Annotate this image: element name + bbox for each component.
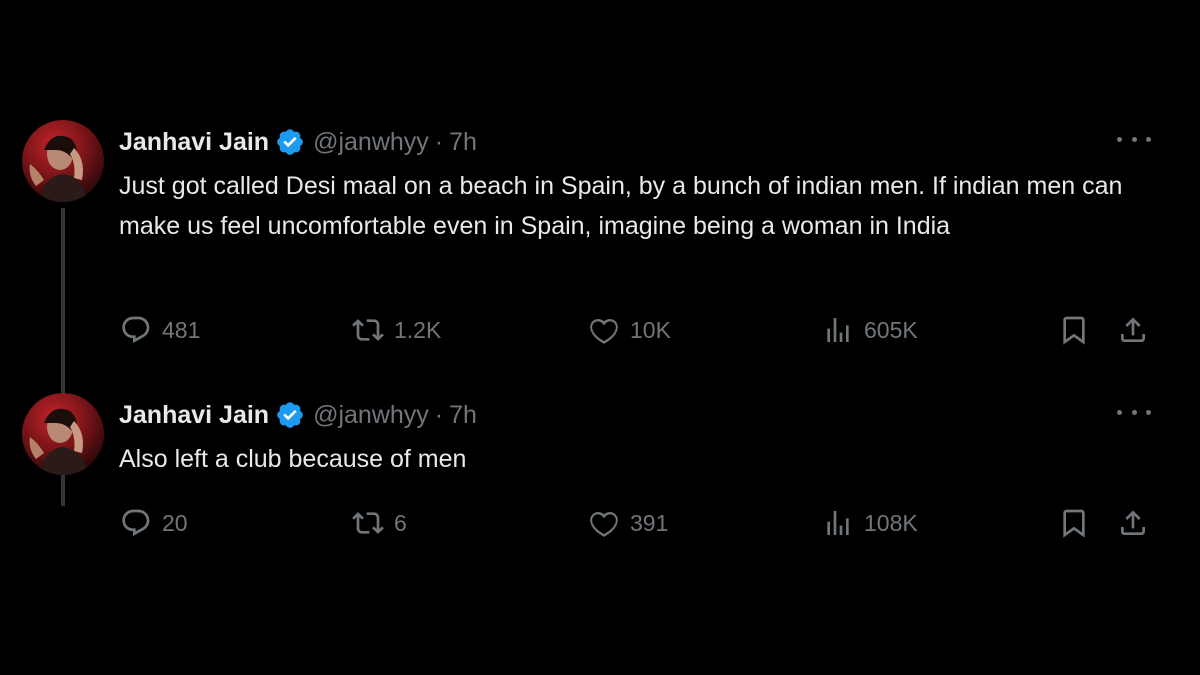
bookmark-button[interactable]	[1058, 310, 1090, 350]
like-icon	[590, 511, 618, 537]
timestamp[interactable]: 7h	[449, 401, 477, 430]
verified-badge-icon	[277, 129, 303, 155]
share-button[interactable]	[1117, 503, 1149, 543]
tweet-header: Janhavi Jain @janwhyy · 7h	[119, 395, 477, 435]
like-count: 10K	[630, 316, 671, 343]
views-icon	[827, 511, 849, 535]
like-count: 391	[630, 509, 669, 536]
share-icon	[1121, 317, 1145, 342]
action-bar: 20 6 391 108K	[0, 503, 1200, 543]
reply-button[interactable]: 481	[120, 310, 200, 350]
reply-icon	[122, 509, 150, 536]
separator: ·	[434, 400, 444, 429]
reply-icon	[122, 316, 150, 343]
repost-count: 6	[394, 509, 407, 536]
share-button[interactable]	[1117, 310, 1149, 350]
tweet-text: Also left a club because of men	[119, 445, 467, 473]
share-icon	[1121, 510, 1145, 535]
like-icon	[590, 318, 618, 344]
bookmark-button[interactable]	[1058, 503, 1090, 543]
views-button[interactable]: 108K	[822, 503, 918, 543]
avatar[interactable]	[22, 393, 104, 475]
author-handle[interactable]: @janwhyy	[313, 128, 429, 157]
author-name[interactable]: Janhavi Jain	[119, 128, 269, 157]
separator: ·	[434, 127, 444, 156]
like-button[interactable]: 10K	[588, 310, 671, 350]
views-count: 605K	[864, 316, 918, 343]
reply-count: 20	[162, 509, 188, 536]
repost-icon	[352, 319, 384, 341]
more-icon[interactable]	[1117, 405, 1151, 419]
tweet-header: Janhavi Jain @janwhyy · 7h	[119, 122, 477, 162]
author-name[interactable]: Janhavi Jain	[119, 401, 269, 430]
repost-count: 1.2K	[394, 316, 442, 343]
action-bar: 481 1.2K 10K 605K	[0, 310, 1200, 350]
views-icon	[827, 318, 849, 342]
verified-badge-icon	[277, 402, 303, 428]
author-handle[interactable]: @janwhyy	[313, 401, 429, 430]
repost-button[interactable]: 6	[352, 503, 407, 543]
timestamp[interactable]: 7h	[449, 128, 477, 157]
avatar[interactable]	[22, 120, 104, 202]
reply-button[interactable]: 20	[120, 503, 188, 543]
tweet-text: Just got called Desi maal on a beach in …	[119, 172, 1123, 240]
bookmark-icon	[1063, 316, 1085, 345]
more-icon[interactable]	[1117, 132, 1151, 146]
views-count: 108K	[864, 509, 918, 536]
repost-icon	[352, 512, 384, 534]
repost-button[interactable]: 1.2K	[352, 310, 441, 350]
like-button[interactable]: 391	[588, 503, 668, 543]
bookmark-icon	[1063, 509, 1085, 538]
reply-count: 481	[162, 316, 201, 343]
views-button[interactable]: 605K	[822, 310, 918, 350]
